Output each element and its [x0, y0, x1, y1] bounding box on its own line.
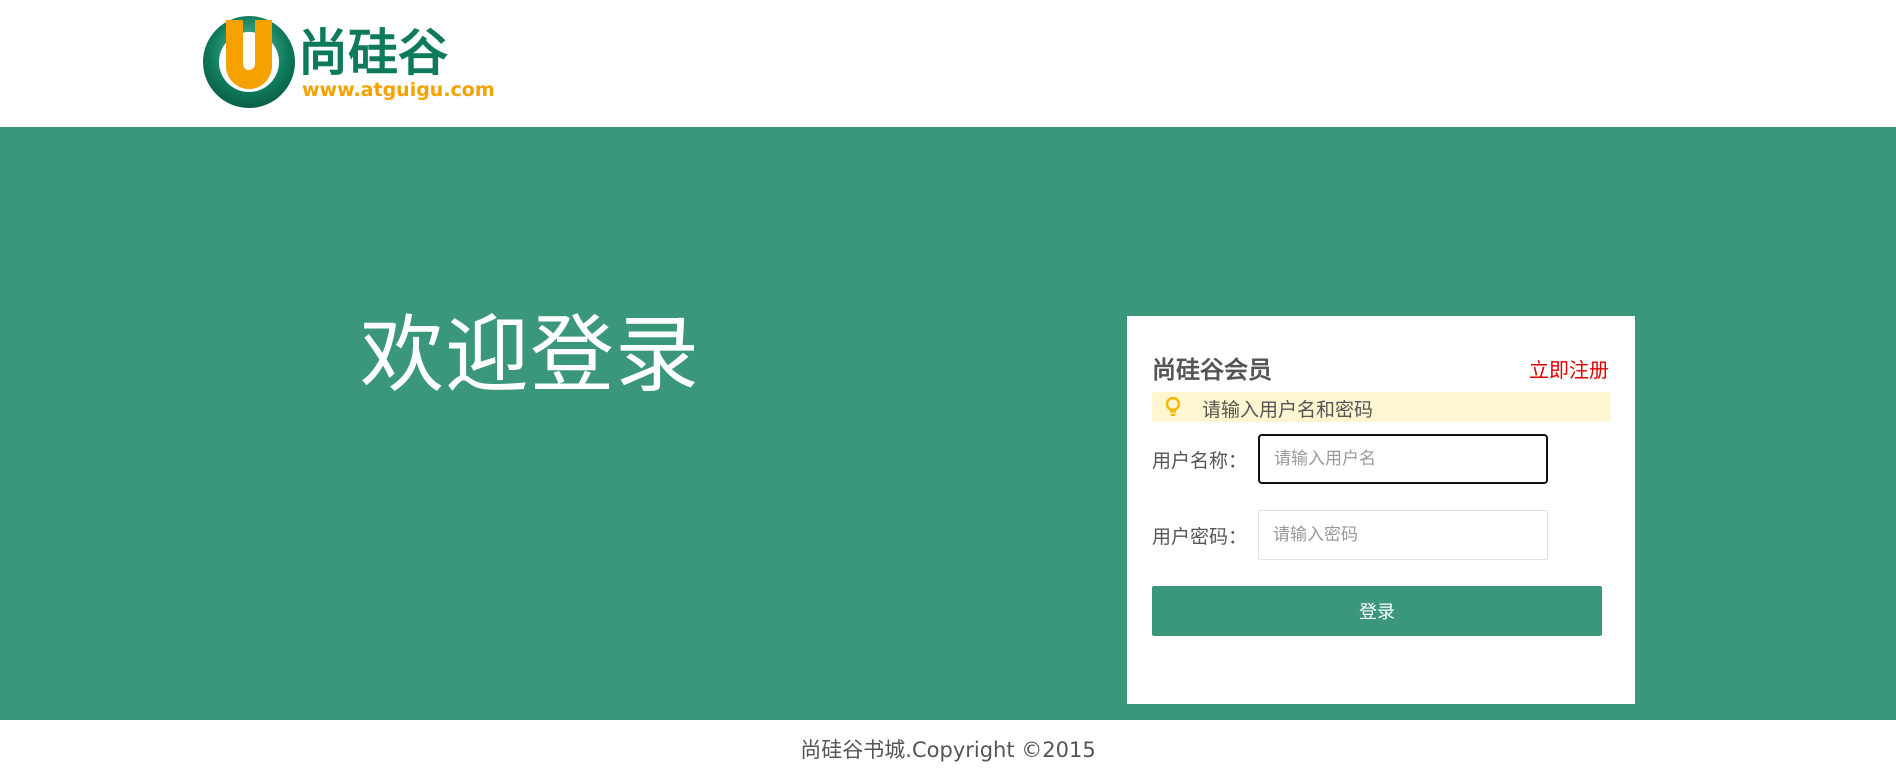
login-banner: 欢迎登录 尚硅谷会员 立即注册 请输入用户名和密码 用户名称： 用户密码： 登录	[0, 127, 1896, 720]
site-logo[interactable]: 尚硅谷 www.atguigu.com	[200, 12, 510, 112]
login-button[interactable]: 登录	[1152, 586, 1602, 636]
password-input[interactable]	[1258, 510, 1548, 560]
logo-domain: www.atguigu.com	[302, 79, 495, 101]
atguigu-logo-icon: 尚硅谷 www.atguigu.com	[203, 16, 495, 108]
login-form: 尚硅谷会员 立即注册 请输入用户名和密码 用户名称： 用户密码： 登录	[1127, 316, 1635, 704]
logo-brand-name: 尚硅谷	[298, 24, 448, 82]
page-header: 尚硅谷 www.atguigu.com	[0, 0, 1896, 127]
login-card-title: 尚硅谷会员	[1152, 356, 1272, 384]
username-input[interactable]	[1258, 434, 1548, 484]
lightbulb-icon	[1165, 397, 1181, 416]
login-tip-text: 请输入用户名和密码	[1202, 399, 1374, 421]
username-label: 用户名称：	[1152, 450, 1248, 472]
welcome-heading: 欢迎登录	[360, 306, 701, 404]
register-link[interactable]: 立即注册	[1529, 354, 1609, 383]
password-label: 用户密码：	[1152, 526, 1248, 548]
page-footer: 尚硅谷书城.Copyright ©2015	[0, 720, 1896, 774]
copyright-text: 尚硅谷书城.Copyright ©2015	[800, 738, 1096, 762]
login-tip-bar: 请输入用户名和密码	[1152, 392, 1610, 422]
